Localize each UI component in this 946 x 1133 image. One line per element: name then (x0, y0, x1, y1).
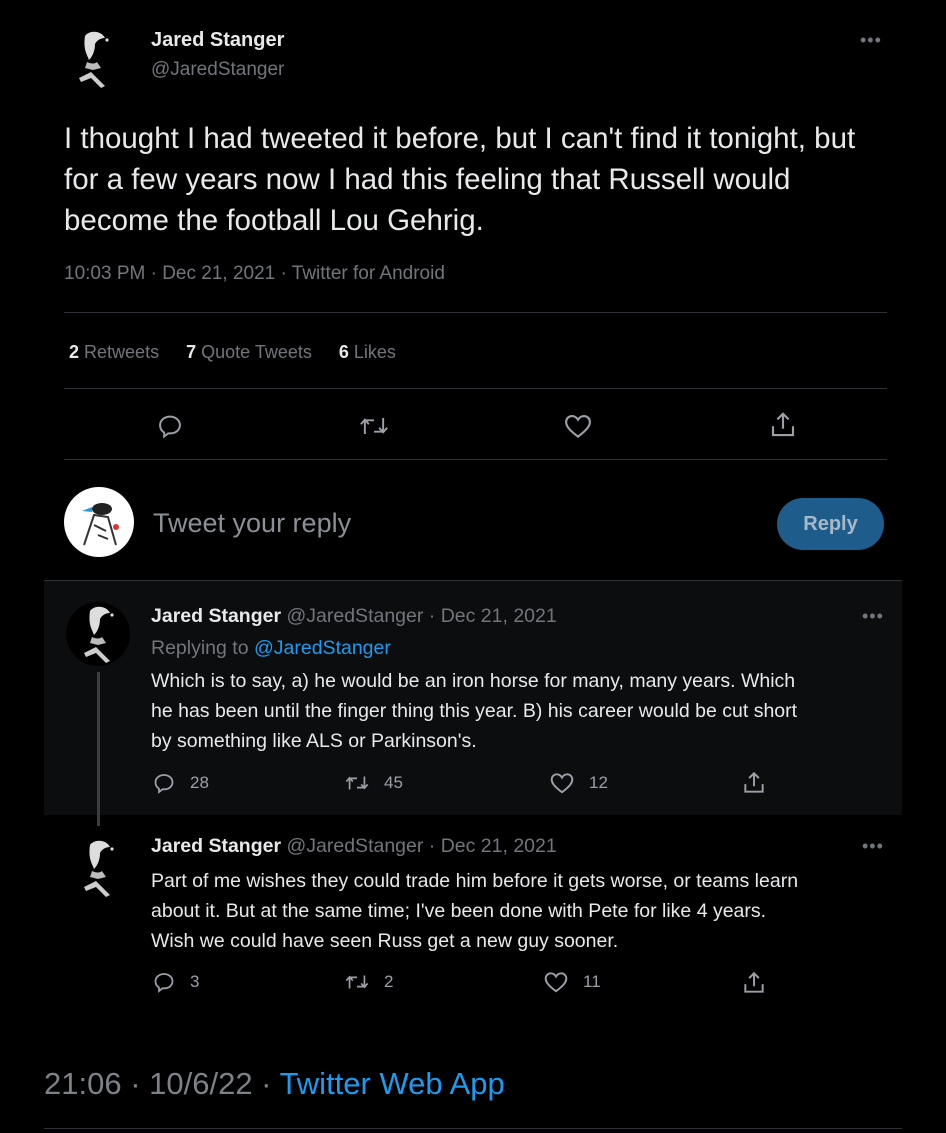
reply-author-handle[interactable]: @JaredStanger (286, 835, 423, 857)
share-icon[interactable] (741, 770, 767, 796)
reply-date[interactable]: · Dec 21, 2021 (429, 835, 557, 857)
reply-text: Part of me wishes they could trade him b… (151, 870, 799, 952)
replying-to-handle[interactable]: @JaredStanger (254, 637, 391, 659)
reply-date[interactable]: · Dec 21, 2021 (429, 605, 557, 627)
more-options-icon[interactable]: ••• (860, 30, 882, 51)
footer-timestamp: 21:06 · 10/6/22 · (44, 1066, 272, 1101)
divider (64, 459, 887, 460)
like-count: 12 (589, 773, 608, 792)
reply-action-retweet[interactable]: 2 (344, 970, 393, 994)
retweet-count: 2 (384, 972, 394, 991)
user-avatar[interactable] (64, 487, 134, 557)
footer-client-link[interactable]: Twitter Web App (280, 1066, 505, 1101)
tweet-text: I thought I had tweeted it before, but I… (64, 122, 856, 237)
likes-stat[interactable]: 6 Likes (339, 342, 396, 362)
reply-action-reply[interactable]: 28 (152, 771, 209, 795)
divider (44, 1128, 902, 1129)
reply-icon[interactable] (156, 412, 184, 440)
like-count: 11 (583, 972, 601, 991)
quote-tweets-stat[interactable]: 7 Quote Tweets (186, 342, 312, 362)
more-options-icon[interactable]: ••• (862, 836, 884, 857)
retweet-count: 45 (384, 773, 403, 792)
reply-header: Jared Stanger @JaredStanger · Dec 21, 20… (151, 835, 557, 858)
retweet-icon[interactable] (358, 412, 390, 440)
divider (64, 312, 887, 313)
tweet-meta[interactable]: 10:03 PM · Dec 21, 2021 · Twitter for An… (64, 263, 445, 285)
reply-avatar[interactable] (66, 602, 130, 666)
reply-action-reply[interactable]: 3 (152, 970, 199, 994)
screenshot-footer: 21:06 · 10/6/22 · Twitter Web App (44, 1066, 505, 1102)
reply-author-name[interactable]: Jared Stanger (151, 835, 281, 857)
author-name[interactable]: Jared Stanger (151, 29, 284, 52)
more-options-icon[interactable]: ••• (862, 606, 884, 627)
reply-action-retweet[interactable]: 45 (344, 771, 403, 795)
like-icon[interactable] (563, 412, 593, 440)
thread-line (97, 672, 100, 826)
reply-header: Jared Stanger @JaredStanger · Dec 21, 20… (151, 605, 557, 628)
silhouette-icon (79, 31, 109, 88)
reply-count: 28 (190, 773, 209, 792)
reply-button[interactable]: Reply (777, 498, 884, 550)
share-icon[interactable] (768, 410, 798, 440)
reply-icon (154, 774, 174, 794)
reply-icon (154, 973, 174, 993)
reply-action-like[interactable]: 12 (549, 771, 608, 795)
reply-action-like[interactable]: 11 (543, 970, 601, 994)
author-handle[interactable]: @JaredStanger (151, 59, 284, 81)
like-icon (550, 773, 574, 794)
reply-author-name[interactable]: Jared Stanger (151, 605, 281, 627)
reply-input[interactable]: Tweet your reply (153, 508, 351, 539)
retweet-icon (345, 776, 369, 790)
author-avatar[interactable] (62, 28, 124, 90)
reply-author-handle[interactable]: @JaredStanger (286, 605, 423, 627)
reply-avatar[interactable] (66, 836, 130, 900)
reply-count: 3 (190, 972, 200, 991)
divider (64, 388, 887, 389)
silhouette-icon (84, 606, 114, 663)
cartoon-avatar-icon (82, 503, 119, 546)
retweet-icon (345, 975, 369, 989)
replying-to: Replying to @JaredStanger (151, 637, 391, 659)
tweet-stats: 2 Retweets 7 Quote Tweets 6 Likes (69, 342, 396, 363)
share-icon[interactable] (741, 970, 767, 996)
retweets-stat[interactable]: 2 Retweets (69, 342, 159, 362)
silhouette-icon (84, 840, 114, 897)
reply-text: Which is to say, a) he would be an iron … (151, 670, 798, 752)
like-icon (544, 972, 568, 993)
